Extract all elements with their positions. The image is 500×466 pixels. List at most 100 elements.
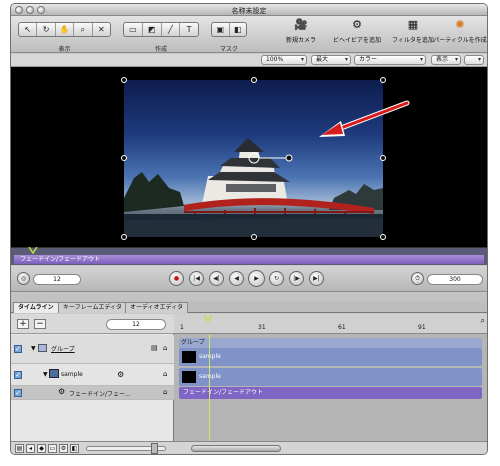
playhead-icon[interactable]	[28, 247, 38, 255]
view-masks-icon[interactable]: ▭	[48, 444, 57, 453]
mask-group-label: マスク	[219, 46, 238, 53]
playhead-icon[interactable]	[203, 315, 213, 323]
layer-row-group[interactable]: ✓ ▼ グループ ▤ ⌂	[11, 335, 174, 364]
play-reverse-button[interactable]: ◀	[229, 271, 244, 286]
go-to-start-button[interactable]: |◀	[189, 271, 204, 286]
panel-tab-bar: タイムライン キーフレームエディタ オーディオエディタ	[11, 301, 487, 313]
ruler-tick: 31	[258, 324, 266, 331]
step-forward-button[interactable]: |▶	[289, 271, 304, 286]
tab-audio-editor[interactable]: オーディオエディタ	[125, 302, 189, 313]
group-icon	[38, 344, 47, 352]
red-arrow-annotation	[319, 100, 410, 137]
add-behavior-button[interactable]: ⚙ ビヘイビアを追加	[329, 18, 385, 44]
timing-icon[interactable]: ⏱	[411, 272, 424, 285]
tab-keyframe-editor[interactable]: キーフレームエディタ	[58, 302, 128, 313]
behavior-name: フェードイン/フェー...	[69, 391, 131, 398]
view-layers-icon[interactable]: ▤	[15, 444, 24, 453]
resolution-popup[interactable]: 最大	[311, 55, 351, 65]
disclosure-triangle-icon[interactable]: ▼	[43, 371, 48, 378]
text-tool-icon[interactable]: T	[180, 23, 198, 36]
application-window: 名称未設定 ↖ ↻ ✋ ⌕ ✕ 表示 ▭ ◩ ╱ T 作成 ▣ ◧ マスク 🎥 …	[10, 3, 488, 455]
zoom-slider-thumb[interactable]	[151, 443, 158, 454]
zoom-level-popup[interactable]: 100%	[261, 55, 307, 65]
step-back-button[interactable]: ◀|	[209, 271, 224, 286]
layer-name: グループ	[51, 346, 75, 353]
layer-row-behavior[interactable]: ✓ ⚙ フェードイン/フェー... ⌂	[11, 386, 174, 400]
disclosure-triangle-icon[interactable]: ▼	[31, 345, 36, 352]
mask-tools-group: ▣ ◧	[211, 22, 247, 37]
behavior-bar[interactable]: フェードイン/フェードアウト	[179, 387, 482, 399]
view-popup[interactable]: 表示	[431, 55, 461, 65]
remove-layer-button[interactable]: −	[34, 319, 46, 329]
create-tools-group: ▭ ◩ ╱ T	[123, 22, 199, 37]
rotation-handle[interactable]	[11, 67, 487, 247]
splitter[interactable]	[11, 293, 487, 301]
view-filters-icon[interactable]: ◧	[70, 444, 79, 453]
lock-icon[interactable]: ⌂	[163, 388, 167, 396]
rectangle-tool-icon[interactable]: ▭	[124, 23, 143, 36]
layer-enable-checkbox[interactable]: ✓	[14, 371, 22, 379]
channel-popup[interactable]: カラー	[354, 55, 426, 65]
make-particles-button[interactable]: ✺ パーティクルを作成	[433, 18, 487, 44]
image-layer-icon	[49, 369, 59, 378]
view-audio-icon[interactable]: ◂	[26, 444, 35, 453]
end-frame-field[interactable]: 300	[427, 274, 483, 285]
playhead-line	[209, 334, 210, 441]
select-tool-icon[interactable]: ↖	[19, 23, 38, 36]
timeline-scrollbar[interactable]	[191, 445, 281, 452]
sample-bar-2[interactable]: sample	[179, 368, 482, 386]
camera-icon: 🎥	[294, 18, 308, 31]
lock-icon[interactable]: ⌂	[163, 370, 167, 378]
tab-timeline[interactable]: タイムライン	[13, 302, 59, 313]
play-range-start-icon[interactable]: ◎	[17, 272, 30, 285]
view-keyframes-icon[interactable]: ◆	[37, 444, 46, 453]
gear-icon[interactable]: ⚙	[117, 370, 124, 379]
canvas-options-bar: 100% 最大 カラー 表示	[11, 54, 487, 67]
layers-list: + − 12 ✓ ▼ グループ ▤ ⌂ ✓ ▼ sample ⚙ ⌂ ✓ ⚙ フ…	[11, 314, 174, 441]
link-icon[interactable]: ▤	[151, 344, 158, 352]
mini-timeline[interactable]: フェードイン/フェードアウト	[11, 247, 487, 265]
loop-button[interactable]: ↻	[269, 271, 284, 286]
current-frame-field[interactable]: 12	[106, 319, 166, 330]
lock-icon[interactable]: ⌂	[163, 344, 167, 352]
window-title: 名称未設定	[231, 7, 267, 15]
new-camera-button[interactable]: 🎥 新規カメラ	[273, 18, 329, 44]
transport-controls: ◎ 12 ● |◀ ◀| ◀ ▶ ↻ |▶ ▶| ⏱ 300	[11, 266, 487, 292]
view-tools-group: ↖ ↻ ✋ ⌕ ✕	[18, 22, 111, 37]
pan-tool-icon[interactable]: ✋	[56, 23, 75, 36]
zoom-icon[interactable]: ⌕	[481, 316, 485, 326]
view-behaviors-icon[interactable]: ⚙	[59, 444, 68, 453]
group-bar[interactable]: グループ	[179, 338, 482, 348]
start-frame-field[interactable]: 12	[33, 274, 81, 285]
layer-enable-checkbox[interactable]: ✓	[14, 345, 22, 353]
canvas[interactable]	[11, 67, 487, 247]
create-group-label: 作成	[154, 46, 167, 53]
ruler-tick: 1	[180, 324, 184, 331]
ruler-tick: 91	[418, 324, 426, 331]
particle-icon: ✺	[455, 18, 465, 31]
view-group-label: 表示	[58, 46, 71, 53]
line-tool-icon[interactable]: ╱	[162, 23, 181, 36]
zoom-tool-icon[interactable]: ⌕	[74, 23, 93, 36]
layer-row-sample[interactable]: ✓ ▼ sample ⚙ ⌂	[11, 364, 174, 386]
title-bar: 名称未設定	[11, 4, 487, 16]
behavior-enable-checkbox[interactable]: ✓	[14, 389, 22, 397]
timeline-tracks[interactable]: 1 31 61 91 ⌕ グループ sample sample フェードイン/フ…	[174, 314, 487, 441]
mini-timeline-bar[interactable]: フェードイン/フェードアウト	[14, 255, 484, 264]
bezier-tool-icon[interactable]: ◩	[143, 23, 162, 36]
layout-popup[interactable]	[464, 55, 484, 65]
add-layer-button[interactable]: +	[17, 319, 29, 329]
mask-bezier-tool-icon[interactable]: ◧	[230, 23, 247, 36]
timeline-ruler[interactable]: 1 31 61 91 ⌕	[174, 314, 487, 334]
record-button[interactable]: ●	[169, 271, 184, 286]
go-to-end-button[interactable]: ▶|	[309, 271, 324, 286]
layers-header: + − 12	[11, 314, 174, 334]
rotate-tool-icon[interactable]: ↻	[37, 23, 56, 36]
play-button[interactable]: ▶	[248, 270, 265, 287]
clip-thumbnail	[182, 371, 196, 383]
layer-name: sample	[61, 371, 83, 378]
mask-rect-tool-icon[interactable]: ▣	[212, 23, 230, 36]
sample-bar-1[interactable]: sample	[179, 348, 482, 366]
timeline-footer: ▤ ◂ ◆ ▭ ⚙ ◧	[11, 441, 487, 454]
delete-tool-icon[interactable]: ✕	[93, 23, 110, 36]
